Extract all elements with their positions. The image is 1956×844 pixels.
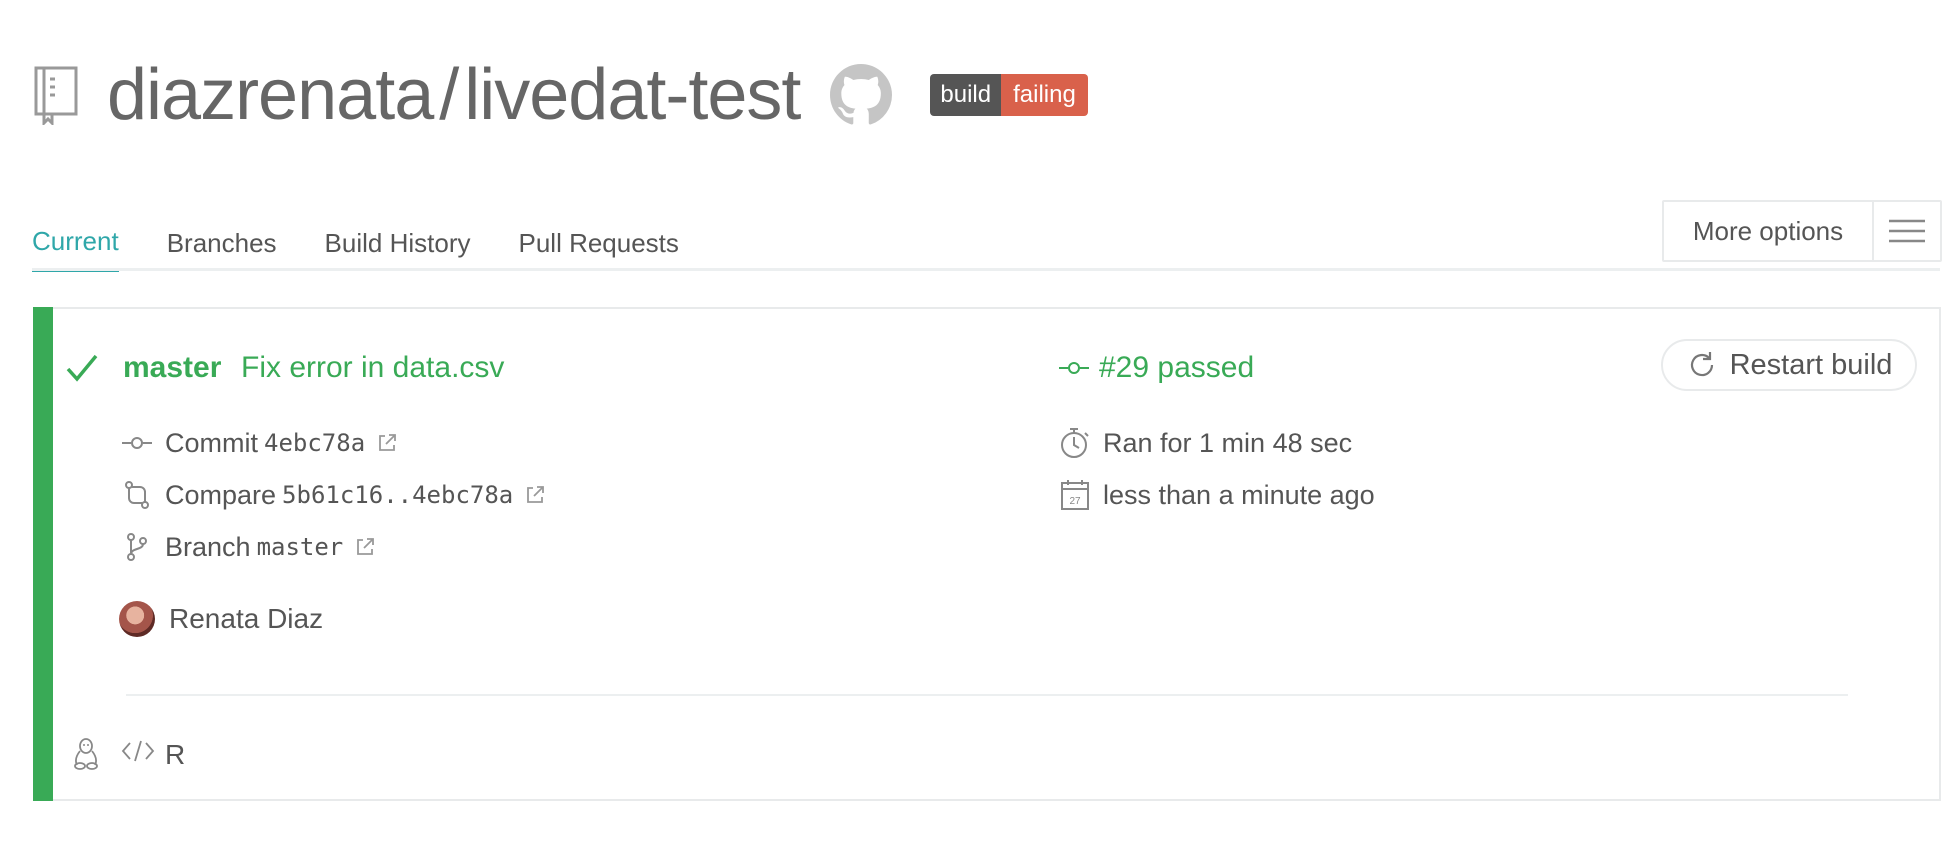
compare-row: Compare 5b61c16..4ebc78a [121, 475, 545, 515]
avatar[interactable] [119, 601, 155, 637]
finished-text: less than a minute ago [1103, 479, 1375, 510]
repo-separator: / [439, 55, 459, 135]
check-icon [66, 354, 98, 382]
commit-icon [121, 427, 153, 459]
branch-value[interactable]: master [257, 533, 344, 561]
code-icon [121, 740, 155, 762]
build-status-text[interactable]: #29 passed [1099, 351, 1254, 385]
tab-current[interactable]: Current [32, 214, 119, 272]
calendar-icon: 27 [1059, 479, 1091, 511]
tab-build-history[interactable]: Build History [325, 214, 471, 272]
badge-label: build [930, 74, 1002, 116]
badge-status: failing [1001, 74, 1088, 116]
tab-branches[interactable]: Branches [167, 214, 277, 272]
build-environment-row: R [33, 735, 433, 775]
build-card: master Fix error in data.csv #29 passed … [33, 307, 1941, 801]
card-divider [126, 694, 1848, 696]
external-link-icon[interactable] [525, 485, 545, 505]
compare-label: Compare [165, 479, 277, 510]
restart-icon [1690, 352, 1713, 377]
repo-title[interactable]: diazrenata/livedat-test [107, 59, 801, 131]
branch-icon [121, 531, 153, 563]
repo-icon [34, 66, 78, 125]
repo-name[interactable]: livedat-test [464, 55, 801, 135]
build-status-badge[interactable]: build failing [930, 74, 1088, 116]
commit-icon [1059, 362, 1089, 374]
tab-pull-requests[interactable]: Pull Requests [518, 214, 678, 272]
repo-header: diazrenata/livedat-test build failing [33, 55, 1088, 135]
build-number-status[interactable]: #29 passed [1059, 351, 1254, 385]
language-label: R [165, 739, 186, 770]
more-options-label[interactable]: More options [1664, 202, 1874, 260]
compare-range[interactable]: 5b61c16..4ebc78a [282, 481, 513, 509]
duration-text: Ran for 1 min 48 sec [1103, 427, 1353, 458]
commit-row: Commit 4ebc78a [121, 423, 397, 463]
commit-message[interactable]: Fix error in data.csv [241, 351, 504, 385]
tabs-divider [32, 268, 1940, 271]
repo-owner[interactable]: diazrenata [107, 55, 434, 135]
calendar-day: 27 [1069, 496, 1081, 507]
commit-label: Commit [165, 427, 258, 458]
branch-row: Branch master [121, 527, 375, 567]
duration-row: Ran for 1 min 48 sec [1059, 423, 1352, 463]
github-icon[interactable] [830, 64, 893, 126]
branch-label: Branch [165, 531, 251, 562]
hamburger-icon[interactable] [1874, 202, 1940, 260]
external-link-icon[interactable] [355, 537, 375, 557]
compare-icon [121, 479, 153, 511]
build-summary-row: master Fix error in data.csv #29 passed [33, 343, 1939, 393]
linux-icon [74, 738, 98, 770]
finished-row: 27 less than a minute ago [1059, 475, 1375, 515]
repo-tabs: Current Branches Build History Pull Requ… [32, 214, 727, 272]
restart-build-label[interactable]: Restart build [1730, 349, 1893, 382]
author-name: Renata Diaz [169, 603, 324, 634]
branch-name[interactable]: master [123, 351, 221, 385]
stopwatch-icon [1059, 427, 1091, 459]
more-options-button[interactable]: More options [1662, 200, 1942, 262]
restart-build-button[interactable]: Restart build [1661, 339, 1917, 391]
commit-sha[interactable]: 4ebc78a [264, 429, 365, 457]
external-link-icon[interactable] [377, 433, 397, 453]
